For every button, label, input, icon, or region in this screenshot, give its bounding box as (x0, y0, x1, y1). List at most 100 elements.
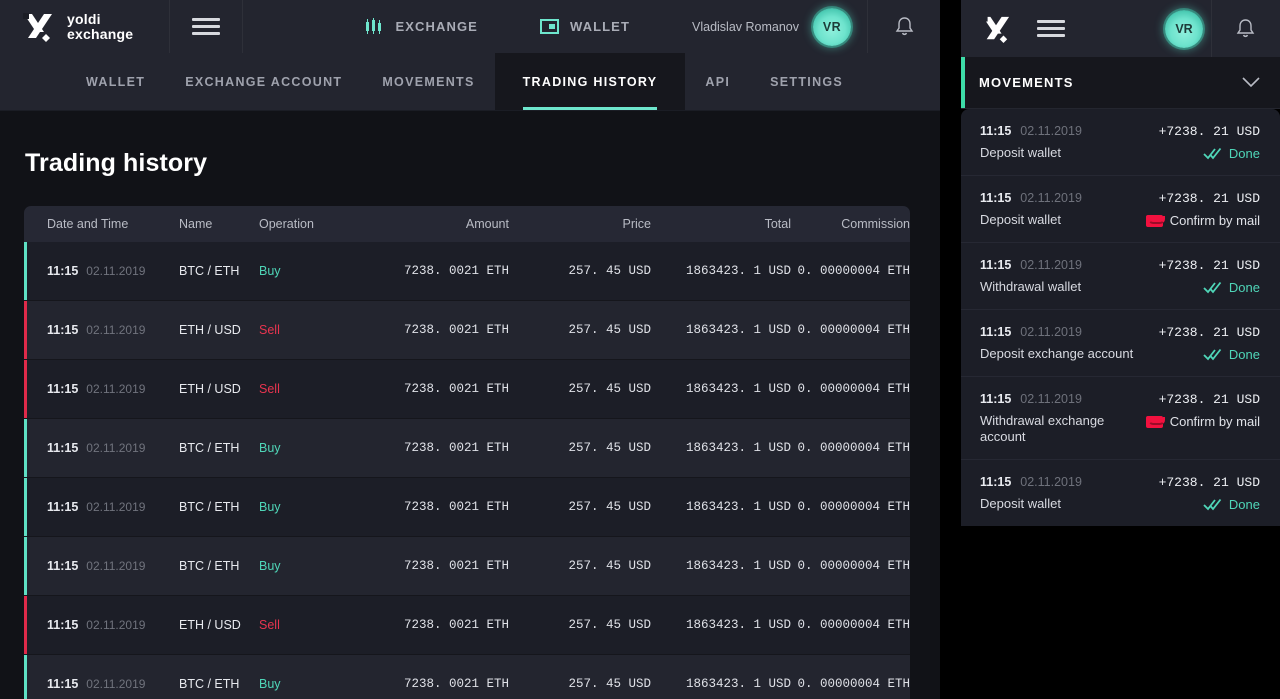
cell-total: 1863423. 1 USD (685, 441, 791, 455)
table-row[interactable]: 11:15 02.11.2019 BTC / ETH Buy 7238. 0021 ET… (24, 537, 910, 596)
cell-total: 1863423. 1 USD (685, 264, 791, 278)
bell-icon (1236, 19, 1254, 38)
col-price: Price (622, 217, 651, 231)
menu-toggle[interactable] (170, 0, 244, 53)
trading-history-table: Date and Time Name Operation Amount Pric… (24, 206, 910, 699)
table-row[interactable]: 11:15 02.11.2019 BTC / ETH Buy 7238. 0021 ET… (24, 242, 910, 301)
brand-text: yoldi exchange (67, 11, 133, 42)
movement-status-label: Done (1228, 497, 1260, 512)
nav-exchange[interactable]: EXCHANGE (365, 18, 477, 35)
avatar[interactable]: VR (813, 7, 851, 46)
col-commission: Commission (841, 217, 910, 231)
cell-name: ETH / USD (179, 382, 241, 396)
cell-date-and-time: 11:15 02.11.2019 (24, 559, 179, 573)
movement-item[interactable]: 11:15 02.11.2019 +7238. 21 USD Deposit exch… (961, 310, 1280, 377)
col-operation: Operation (259, 217, 314, 231)
cell-date: 02.11.2019 (86, 559, 146, 573)
cell-name: ETH / USD (179, 618, 241, 632)
panel-header: VR (961, 0, 1280, 57)
tab-trading-history[interactable]: TRADING HISTORY (494, 53, 686, 110)
cell-name: BTC / ETH (179, 500, 240, 514)
yoldi-logo-icon (23, 12, 52, 42)
tab-exchange-account-label: EXCHANGE ACCOUNT (185, 74, 343, 89)
cell-amount: 7238. 0021 ETH (403, 441, 509, 455)
movement-amount: +7238. 21 USD (1158, 258, 1260, 273)
movement-bottom-row: Deposit wallet Done (980, 145, 1260, 161)
brand-logo[interactable]: yoldi exchange (0, 0, 171, 53)
cell-amount: 7238. 0021 ETH (403, 264, 509, 278)
tab-movements[interactable]: MOVEMENTS (362, 53, 494, 110)
main-region: yoldi exchange EXCHANGE WALLET Vladislav… (0, 0, 940, 699)
cell-total: 1863423. 1 USD (685, 323, 791, 337)
chevron-down-icon[interactable] (1242, 77, 1260, 88)
movement-top-row: 11:15 02.11.2019 +7238. 21 USD (980, 258, 1260, 273)
double-check-icon (1203, 281, 1222, 294)
cell-operation: Buy (259, 500, 281, 514)
tab-settings[interactable]: SETTINGS (750, 53, 863, 110)
table-row[interactable]: 11:15 02.11.2019 ETH / USD Sell 7238. 0021 E… (24, 596, 910, 655)
movements-title: MOVEMENTS (979, 75, 1074, 90)
movements-list[interactable]: 11:15 02.11.2019 +7238. 21 USD Deposit wall… (961, 109, 1280, 526)
cell-date-and-time: 11:15 02.11.2019 (24, 500, 179, 514)
cell-price: 257. 45 USD (568, 323, 651, 337)
movement-bottom-row: Deposit exchange account Done (980, 346, 1260, 362)
movement-item[interactable]: 11:15 02.11.2019 +7238. 21 USD Deposit wall… (961, 460, 1280, 526)
movement-item[interactable]: 11:15 02.11.2019 +7238. 21 USD Withdrawal w… (961, 243, 1280, 310)
table-row[interactable]: 11:15 02.11.2019 BTC / ETH Buy 7238. 0021 ET… (24, 419, 910, 478)
movement-date: 02.11.2019 (1020, 392, 1082, 406)
movement-status-label: Confirm by mail (1169, 213, 1260, 228)
movement-label: Withdrawal wallet (980, 279, 1082, 294)
tab-exchange-account[interactable]: EXCHANGE ACCOUNT (165, 53, 362, 110)
cell-commission: 0. 00000004 ETH (797, 382, 910, 396)
table-row[interactable]: 11:15 02.11.2019 ETH / USD Sell 7238. 0021 E… (24, 360, 910, 419)
cell-date-and-time: 11:15 02.11.2019 (24, 382, 179, 396)
movement-date: 02.11.2019 (1020, 124, 1082, 138)
cell-commission: 0. 00000004 ETH (797, 677, 910, 691)
nav-wallet[interactable]: WALLET (539, 18, 630, 35)
cell-price: 257. 45 USD (568, 500, 651, 514)
movement-date: 02.11.2019 (1020, 325, 1082, 339)
cell-date-and-time: 11:15 02.11.2019 (24, 441, 179, 455)
table-body: 11:15 02.11.2019 BTC / ETH Buy 7238. 0021 ET… (24, 242, 910, 699)
cell-commission: 0. 00000004 ETH (797, 323, 910, 337)
panel-avatar[interactable]: VR (1165, 9, 1203, 48)
panel-notifications-button[interactable] (1211, 0, 1278, 57)
tab-api[interactable]: API (685, 53, 750, 110)
table-row[interactable]: 11:15 02.11.2019 BTC / ETH Buy 7238. 0021 ET… (24, 655, 910, 699)
movement-top-row: 11:15 02.11.2019 +7238. 21 USD (980, 392, 1260, 407)
movement-item[interactable]: 11:15 02.11.2019 +7238. 21 USD Deposit wall… (961, 109, 1280, 176)
table-row[interactable]: 11:15 02.11.2019 ETH / USD Sell 7238. 0021 E… (24, 301, 910, 360)
cell-time: 11:15 (47, 382, 79, 396)
tab-bar: WALLET EXCHANGE ACCOUNT MOVEMENTS TRADIN… (0, 53, 940, 111)
cell-total: 1863423. 1 USD (685, 559, 791, 573)
movement-top-row: 11:15 02.11.2019 +7238. 21 USD (980, 475, 1260, 490)
user-area: Vladislav Romanov VR (692, 0, 940, 53)
cell-amount: 7238. 0021 ETH (403, 323, 509, 337)
table-header-row: Date and Time Name Operation Amount Pric… (24, 206, 910, 242)
cell-operation: Sell (259, 618, 280, 632)
panel-menu-toggle[interactable] (1037, 20, 1065, 37)
user-name: Vladislav Romanov (692, 19, 799, 34)
movement-item[interactable]: 11:15 02.11.2019 +7238. 21 USD Withdrawal e… (961, 377, 1280, 460)
nav-exchange-label: EXCHANGE (395, 19, 478, 34)
cell-total: 1863423. 1 USD (685, 618, 791, 632)
movement-label: Deposit exchange account (980, 346, 1134, 361)
cell-commission: 0. 00000004 ETH (797, 264, 910, 278)
tab-wallet[interactable]: WALLET (66, 53, 165, 110)
cell-date: 02.11.2019 (86, 382, 146, 396)
movement-item[interactable]: 11:15 02.11.2019 +7238. 21 USD Deposit wall… (961, 176, 1280, 243)
cell-time: 11:15 (47, 323, 79, 337)
cell-total: 1863423. 1 USD (685, 382, 791, 396)
notifications-button[interactable] (867, 0, 940, 53)
cell-name: BTC / ETH (179, 559, 240, 573)
table-row[interactable]: 11:15 02.11.2019 BTC / ETH Buy 7238. 0021 ET… (24, 478, 910, 537)
cell-time: 11:15 (47, 559, 79, 573)
cell-operation: Sell (259, 323, 280, 337)
cell-commission: 0. 00000004 ETH (797, 618, 910, 632)
double-check-icon (1203, 147, 1222, 160)
top-header: yoldi exchange EXCHANGE WALLET Vladislav… (0, 0, 940, 53)
movement-status: Done (1203, 496, 1260, 512)
movements-section-header[interactable]: MOVEMENTS (961, 57, 1280, 109)
movement-date: 02.11.2019 (1020, 475, 1082, 489)
movement-amount: +7238. 21 USD (1158, 392, 1260, 407)
